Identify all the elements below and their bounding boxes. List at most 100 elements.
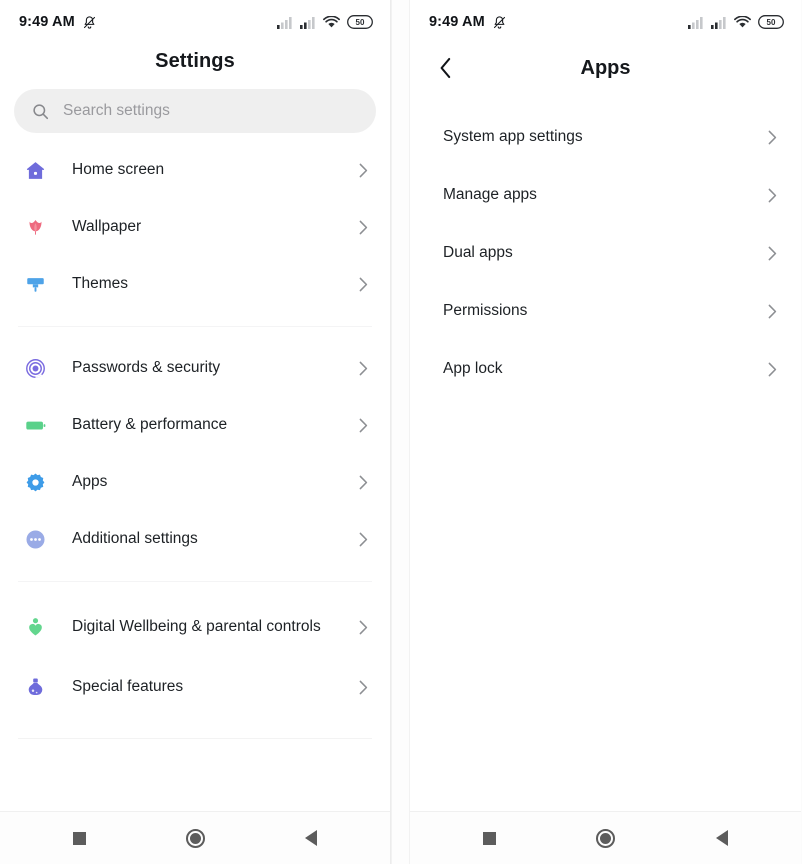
search-input[interactable]: Search settings: [14, 89, 376, 133]
sidebar-item-label: Passwords & security: [72, 359, 221, 377]
list-item-label: Dual apps: [443, 244, 513, 261]
battery-status-icon: 50: [347, 15, 373, 29]
sidebar-item-label: Wallpaper: [72, 218, 142, 236]
status-bar-clock: 9:49 AM: [19, 14, 75, 30]
chevron-right-icon: [354, 620, 368, 635]
gear-icon: [22, 471, 48, 494]
chevron-right-icon: [763, 130, 777, 145]
back-button[interactable]: [430, 53, 460, 83]
sidebar-item-label: Battery & performance: [72, 416, 228, 434]
chevron-right-icon: [763, 304, 777, 319]
tulip-flower-icon: [22, 216, 48, 239]
signal-bars-icon: [711, 16, 727, 29]
sidebar-item-battery-performance[interactable]: Battery & performance: [0, 397, 390, 454]
sidebar-item-digital-wellbeing[interactable]: Digital Wellbeing & parental controls: [0, 595, 390, 659]
signal-bars-icon: [688, 16, 704, 29]
list-item-label: System app settings: [443, 128, 583, 145]
search-area: Search settings: [0, 89, 390, 133]
flask-potion-icon: [22, 676, 48, 699]
system-navigation-bar-right: [410, 812, 801, 864]
fingerprint-icon: [22, 357, 48, 380]
heart-person-icon: [22, 616, 48, 639]
system-navigation-bar-left: [0, 812, 390, 864]
apps-settings-list: System app settings Manage apps Dual app…: [410, 92, 801, 398]
square-recents-icon[interactable]: [62, 821, 96, 855]
home-icon: [22, 159, 48, 182]
signal-bars-icon: [300, 16, 316, 29]
chevron-right-icon: [354, 361, 368, 376]
sidebar-item-label: Additional settings: [72, 530, 198, 548]
list-item-label: App lock: [443, 360, 503, 377]
sidebar-item-label: Home screen: [72, 161, 165, 179]
wifi-icon: [734, 15, 751, 29]
chevron-right-icon: [354, 220, 368, 235]
chevron-right-icon: [763, 362, 777, 377]
sidebar-item-label: Apps: [72, 473, 108, 491]
paintbrush-icon: [22, 273, 48, 296]
chevron-right-icon: [354, 418, 368, 433]
sidebar-item-label: Digital Wellbeing & parental controls: [72, 617, 321, 635]
sidebar-item-passwords-security[interactable]: Passwords & security: [0, 340, 390, 397]
settings-group-system: Passwords & security Battery & performan…: [0, 340, 390, 568]
right-spacer: [410, 398, 801, 811]
settings-group-wellbeing: Digital Wellbeing & parental controls Sp…: [0, 595, 390, 716]
chevron-right-icon: [354, 163, 368, 178]
search-icon: [32, 103, 49, 120]
right-phone-apps-screen: 9:49 AM 50 Apps System app settings Mana…: [410, 0, 801, 864]
status-bar-left: 9:49 AM 50: [0, 0, 390, 44]
sidebar-item-apps[interactable]: Apps: [0, 454, 390, 511]
sidebar-item-additional-settings[interactable]: Additional settings: [0, 511, 390, 568]
list-item-permissions[interactable]: Permissions: [410, 282, 801, 340]
list-item-app-lock[interactable]: App lock: [410, 340, 801, 398]
left-spacer: [0, 739, 390, 811]
status-bar-clock: 9:49 AM: [429, 14, 485, 30]
more-dots-circle-icon: [22, 528, 48, 551]
group-divider: [18, 326, 372, 327]
chevron-right-icon: [354, 532, 368, 547]
bell-muted-icon: [492, 15, 507, 30]
group-divider: [18, 581, 372, 582]
search-placeholder: Search settings: [63, 102, 170, 119]
page-title: Apps: [580, 56, 631, 79]
triangle-back-icon[interactable]: [705, 821, 739, 855]
sidebar-item-label: Themes: [72, 275, 128, 293]
settings-group-personalization: Home screen Wallpaper Themes: [0, 142, 390, 313]
apps-header: Apps: [410, 44, 801, 92]
chevron-right-icon: [354, 680, 368, 695]
list-item-dual-apps[interactable]: Dual apps: [410, 224, 801, 282]
sidebar-item-special-features[interactable]: Special features: [0, 659, 390, 716]
list-item-manage-apps[interactable]: Manage apps: [410, 166, 801, 224]
chevron-right-icon: [354, 277, 368, 292]
status-bar-right: 9:49 AM 50: [410, 0, 801, 44]
status-bar-left-cluster: 9:49 AM: [19, 14, 97, 30]
circle-home-icon[interactable]: [178, 821, 212, 855]
status-bar-right-cluster: 50: [688, 15, 784, 29]
chevron-right-icon: [763, 188, 777, 203]
triangle-back-icon[interactable]: [294, 821, 328, 855]
dual-phone-screenshot: 9:49 AM 50 Settings Search settings Home…: [0, 0, 802, 864]
battery-level-text: 50: [766, 17, 776, 27]
list-item-system-app-settings[interactable]: System app settings: [410, 108, 801, 166]
square-recents-icon[interactable]: [473, 821, 507, 855]
sidebar-item-wallpaper[interactable]: Wallpaper: [0, 199, 390, 256]
signal-bars-icon: [277, 16, 293, 29]
chevron-left-icon: [439, 57, 452, 79]
battery-level-text: 50: [355, 17, 365, 27]
chevron-right-icon: [354, 475, 368, 490]
left-phone-settings-screen: 9:49 AM 50 Settings Search settings Home…: [0, 0, 391, 864]
sidebar-item-label: Special features: [72, 678, 184, 696]
chevron-right-icon: [763, 246, 777, 261]
settings-list: Home screen Wallpaper Themes Passwords &…: [0, 133, 390, 739]
wifi-icon: [323, 15, 340, 29]
sidebar-item-themes[interactable]: Themes: [0, 256, 390, 313]
battery-status-icon: 50: [758, 15, 784, 29]
circle-home-icon[interactable]: [589, 821, 623, 855]
list-item-label: Permissions: [443, 302, 528, 319]
page-title: Settings: [155, 50, 235, 72]
panel-gap: [391, 0, 410, 864]
sidebar-item-home-screen[interactable]: Home screen: [0, 142, 390, 199]
list-item-label: Manage apps: [443, 186, 537, 203]
battery-icon: [22, 414, 48, 437]
bell-muted-icon: [82, 15, 97, 30]
status-bar-left-cluster: 9:49 AM: [429, 14, 507, 30]
